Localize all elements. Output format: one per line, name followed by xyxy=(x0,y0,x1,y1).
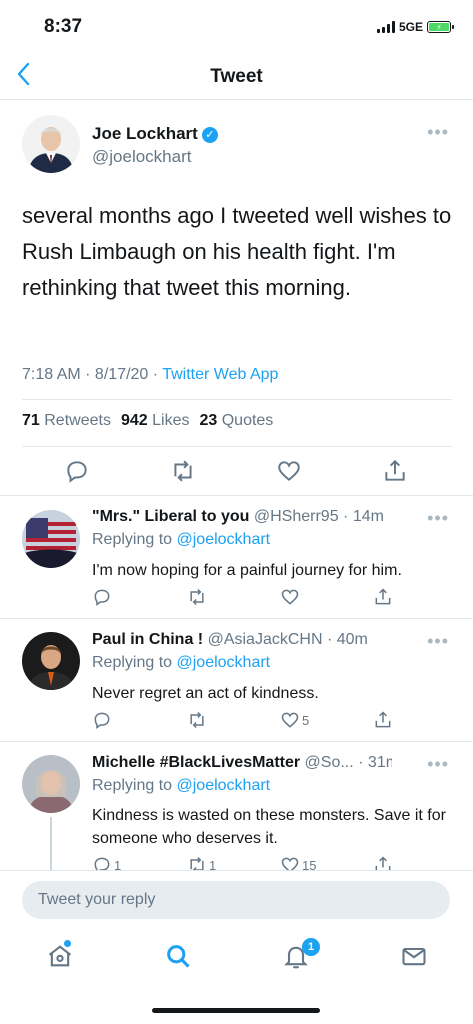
author-name[interactable]: Joe Lockhart xyxy=(92,124,198,143)
more-icon[interactable]: ••• xyxy=(427,508,449,529)
reply-author-name[interactable]: Michelle #BlackLivesMatter xyxy=(92,754,300,771)
reply-header: Paul in China ! @AsiaJackCHN · 40m xyxy=(92,631,368,649)
reply-header: Michelle #BlackLivesMatter @So... · 31m xyxy=(92,754,392,772)
tweet-timestamp: 7:18 AM · 8/17/20 · xyxy=(22,366,163,383)
status-indicators: 5GE ⚡ xyxy=(376,20,454,34)
likes-stat[interactable]: 942 Likes xyxy=(121,412,190,430)
share-icon[interactable] xyxy=(382,458,408,489)
retweets-label: Retweets xyxy=(44,412,111,429)
reply-header: "Mrs." Liberal to you @HSherr95 · 14m xyxy=(92,508,384,526)
divider xyxy=(0,618,473,619)
reply-author-handle[interactable]: @So... · 31m xyxy=(305,754,392,771)
tweet-meta: 7:18 AM · 8/17/20 · Twitter Web App xyxy=(22,366,278,384)
replying-to: Replying to @joelockhart xyxy=(92,531,270,549)
reply-text: Kindness is wasted on these monsters. Sa… xyxy=(92,807,446,847)
mail-icon[interactable] xyxy=(400,942,428,975)
like-icon xyxy=(281,712,299,728)
more-icon[interactable]: ••• xyxy=(427,122,449,143)
quotes-label: Quotes xyxy=(221,412,274,429)
replying-label: Replying to xyxy=(92,531,177,548)
likes-label: Likes xyxy=(152,412,190,429)
quotes-stat[interactable]: 23 Quotes xyxy=(199,412,273,430)
avatar[interactable] xyxy=(22,755,80,813)
home-icon[interactable] xyxy=(46,940,74,975)
status-time: 8:37 xyxy=(44,16,83,37)
divider xyxy=(0,741,473,742)
replying-to: Replying to @joelockhart xyxy=(92,654,270,672)
reply-icon[interactable] xyxy=(92,710,112,735)
network-label: 5GE xyxy=(398,20,423,34)
author-block: Joe Lockhart ✓ xyxy=(92,124,218,144)
reply-author-name[interactable]: Paul in China ! xyxy=(92,631,203,648)
notifications-badge: 1 xyxy=(302,938,320,956)
retweet-icon[interactable] xyxy=(187,710,207,735)
author-handle[interactable]: @joelockhart xyxy=(92,147,191,167)
replying-label: Replying to xyxy=(92,654,177,671)
more-icon[interactable]: ••• xyxy=(427,754,449,775)
home-indicator xyxy=(152,1008,320,1013)
like-button[interactable]: 5 xyxy=(280,710,309,730)
reply-text: I'm now hoping for a painful journey for… xyxy=(92,562,402,579)
replying-to-link[interactable]: @joelockhart xyxy=(177,777,271,794)
thread-line xyxy=(50,817,52,870)
share-icon[interactable] xyxy=(373,587,393,612)
replying-to-link[interactable]: @joelockhart xyxy=(177,654,271,671)
like-icon[interactable] xyxy=(276,458,302,489)
avatar[interactable] xyxy=(22,510,80,568)
avatar[interactable] xyxy=(22,115,80,173)
replying-to-link[interactable]: @joelockhart xyxy=(177,531,271,548)
divider xyxy=(22,446,452,447)
reply-icon[interactable] xyxy=(64,458,90,489)
like-count: 5 xyxy=(302,712,310,728)
replying-to: Replying to @joelockhart xyxy=(92,777,270,795)
reply-author-handle[interactable]: @HSherr95 · 14m xyxy=(254,508,384,525)
retweet-icon[interactable] xyxy=(170,458,196,489)
battery-icon: ⚡ xyxy=(427,21,454,33)
nav-bar: Tweet xyxy=(0,52,473,100)
retweet-icon[interactable] xyxy=(187,587,207,612)
more-icon[interactable]: ••• xyxy=(427,631,449,652)
reply-icon[interactable] xyxy=(92,587,112,612)
home-dot xyxy=(64,940,71,947)
reply-input[interactable]: Tweet your reply xyxy=(22,881,450,919)
quotes-count: 23 xyxy=(199,412,218,429)
divider xyxy=(22,399,452,400)
share-icon[interactable] xyxy=(373,710,393,735)
divider xyxy=(0,495,473,496)
reply-author-handle[interactable]: @AsiaJackCHN · 40m xyxy=(208,631,368,648)
replying-label: Replying to xyxy=(92,777,177,794)
reply-text: Never regret an act of kindness. xyxy=(92,685,319,702)
retweets-count: 71 xyxy=(22,412,40,429)
avatar[interactable] xyxy=(22,632,80,690)
page-title: Tweet xyxy=(210,66,263,87)
reply-author-name[interactable]: "Mrs." Liberal to you xyxy=(92,508,249,525)
search-icon[interactable] xyxy=(164,942,192,975)
tweet-source-link[interactable]: Twitter Web App xyxy=(162,366,278,383)
retweets-stat[interactable]: 71 Retweets xyxy=(22,412,111,430)
likes-count: 942 xyxy=(120,412,148,429)
verified-icon: ✓ xyxy=(201,126,218,143)
tweet-stats: 71 Retweets 942 Likes 23 Quotes xyxy=(22,412,273,430)
tweet-text: several months ago I tweeted well wishes… xyxy=(22,203,452,300)
like-icon[interactable] xyxy=(280,587,300,612)
signal-icon xyxy=(376,21,395,33)
